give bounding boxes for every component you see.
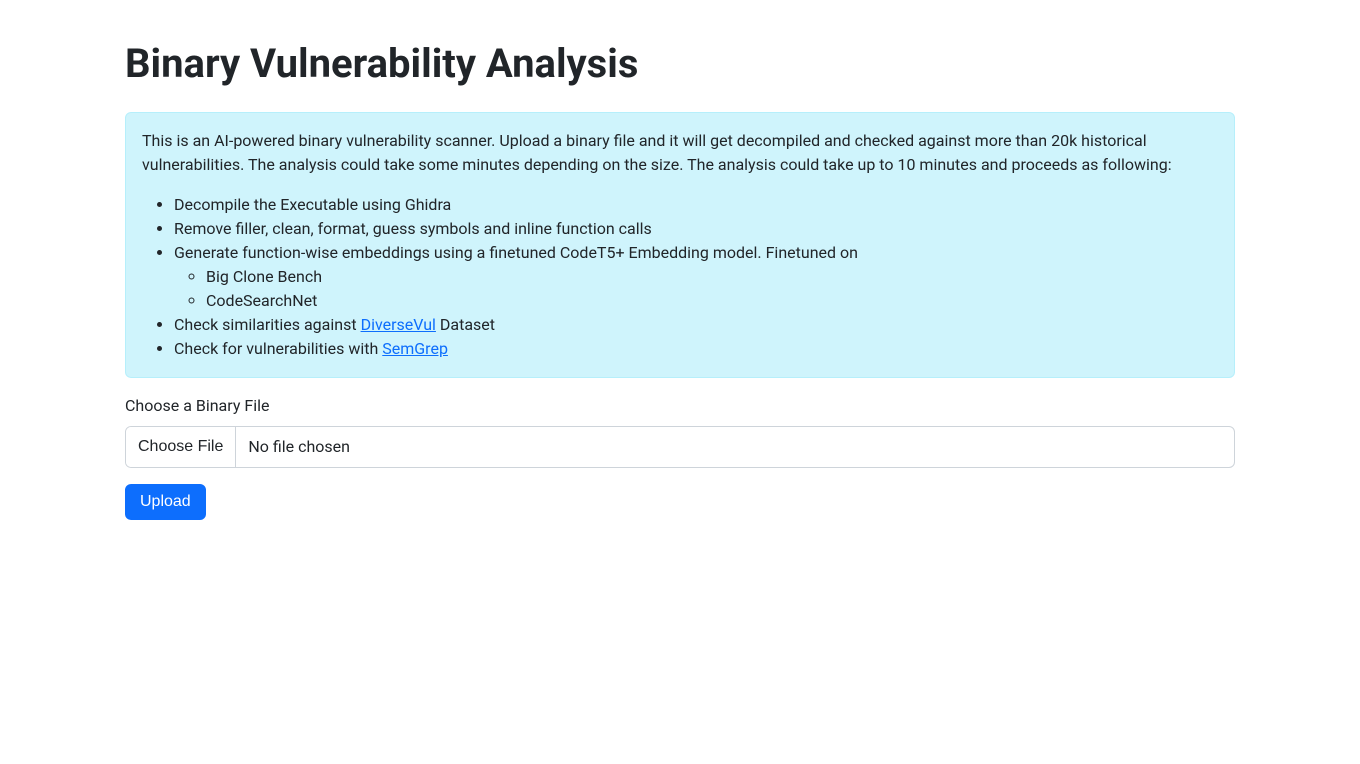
steps-list: Decompile the Executable using Ghidra Re…: [142, 193, 1218, 361]
check-sim-suffix: Dataset: [436, 315, 495, 334]
diversevul-link[interactable]: DiverseVul: [361, 315, 436, 334]
step-check-similarities: Check similarities against DiverseVul Da…: [174, 313, 1218, 337]
step-decompile: Decompile the Executable using Ghidra: [174, 193, 1218, 217]
check-vuln-prefix: Check for vulnerabilities with: [174, 339, 382, 358]
step-embed-text: Generate function-wise embeddings using …: [174, 243, 858, 262]
upload-button[interactable]: Upload: [125, 484, 206, 520]
check-sim-prefix: Check similarities against: [174, 315, 361, 334]
info-panel: This is an AI-powered binary vulnerabili…: [125, 112, 1235, 378]
semgrep-link[interactable]: SemGrep: [382, 339, 448, 358]
file-input-status: No file chosen: [236, 427, 1234, 467]
step-clean: Remove filler, clean, format, guess symb…: [174, 217, 1218, 241]
sub-codesearchnet: CodeSearchNet: [206, 289, 1218, 313]
step-embed: Generate function-wise embeddings using …: [174, 241, 1218, 313]
embed-sublist: Big Clone Bench CodeSearchNet: [174, 265, 1218, 313]
choose-file-button[interactable]: Choose File: [126, 427, 236, 467]
file-input[interactable]: Choose File No file chosen: [125, 426, 1235, 468]
file-input-label: Choose a Binary File: [125, 394, 1235, 418]
step-check-vulnerabilities: Check for vulnerabilities with SemGrep: [174, 337, 1218, 361]
sub-big-clone-bench: Big Clone Bench: [206, 265, 1218, 289]
intro-text: This is an AI-powered binary vulnerabili…: [142, 129, 1218, 177]
page-title: Binary Vulnerability Analysis: [125, 40, 1235, 88]
